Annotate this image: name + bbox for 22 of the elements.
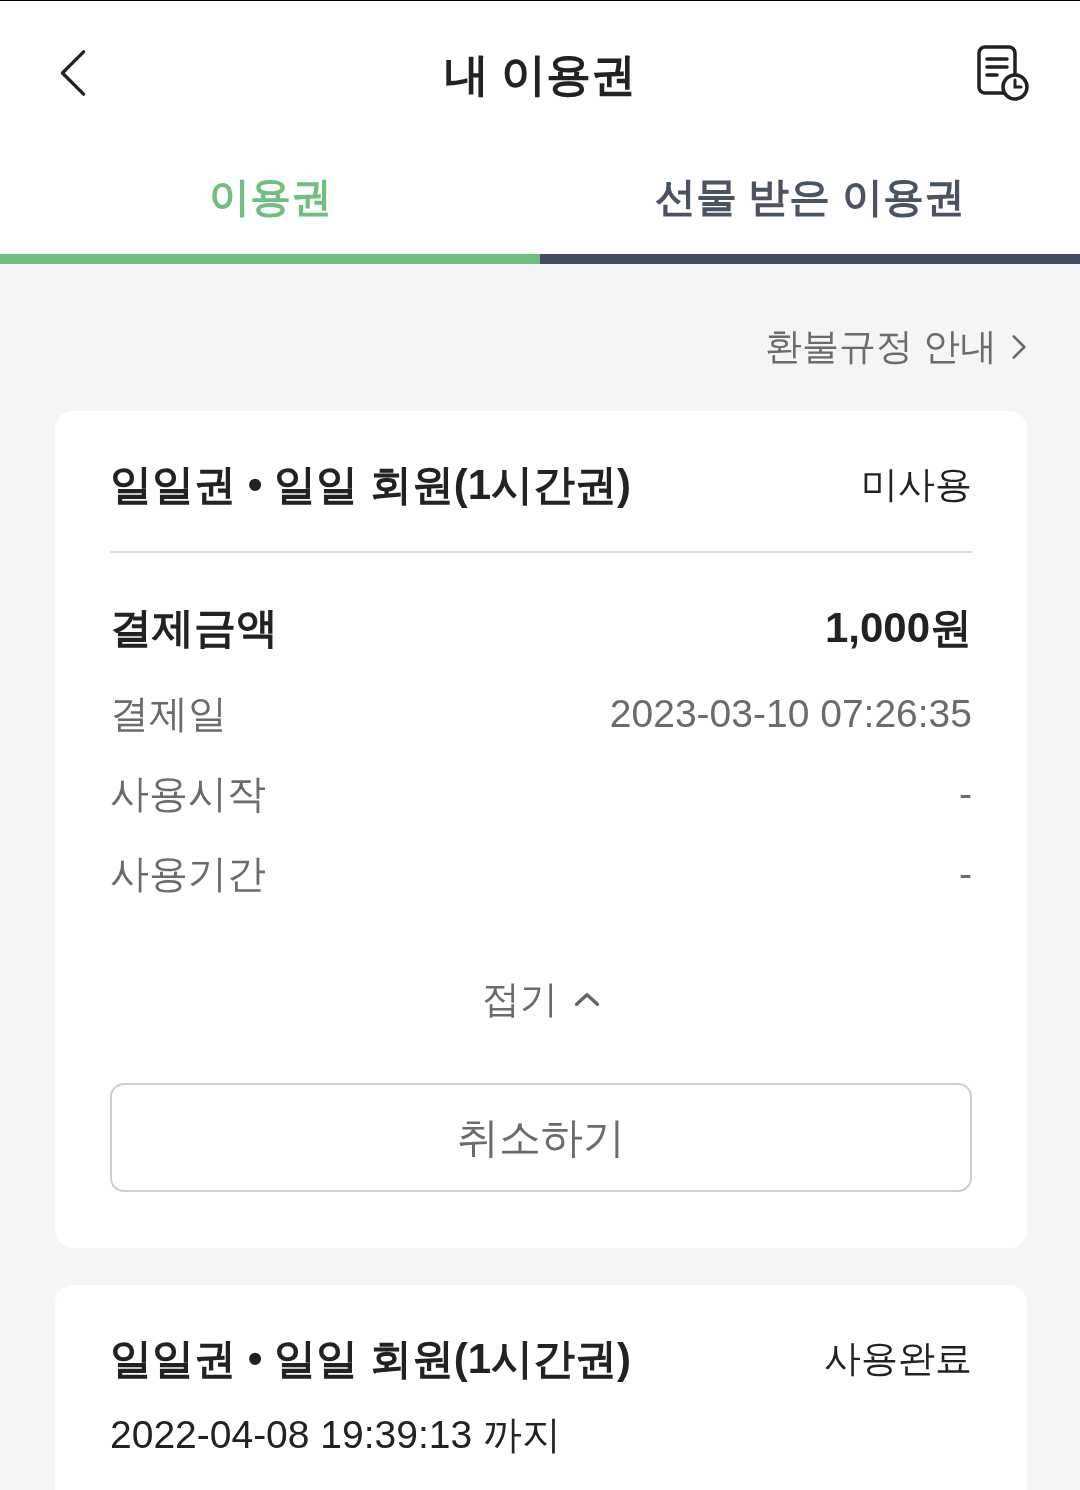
collapse-toggle[interactable]: 접기 [482,974,600,1024]
ticket-status: 사용완료 [824,1337,972,1381]
detail-value: 1,000원 [824,603,972,653]
back-icon[interactable] [58,47,88,98]
detail-value: 2023-03-10 07:26:35 [609,691,972,737]
chevron-right-icon [1011,333,1027,361]
ticket-title: 일일권 • 일일 회원(1시간권) [110,461,632,509]
caret-up-icon [574,990,600,1008]
detail-label: 결제일 [110,691,227,737]
detail-label: 사용시작 [110,771,266,817]
ticket-status: 미사용 [861,463,972,507]
detail-label: 사용기간 [110,851,266,897]
detail-label: 결제금액 [110,603,278,653]
tab[interactable]: 선물 받은 이용권 [540,144,1080,264]
ticket-title: 일일권 • 일일 회원(1시간권) [110,1335,632,1383]
cancel-button[interactable]: 취소하기 [110,1083,972,1192]
refund-policy-link[interactable]: 환불규정 안내 [764,322,1027,372]
expiry-date: 2022-04-08 19:39:13 까지 [110,1412,562,1458]
page-title: 내 이용권 [443,49,637,100]
detail-value: - [959,851,972,897]
detail-value: - [959,771,972,817]
receipt-clock-icon[interactable] [977,44,1029,101]
